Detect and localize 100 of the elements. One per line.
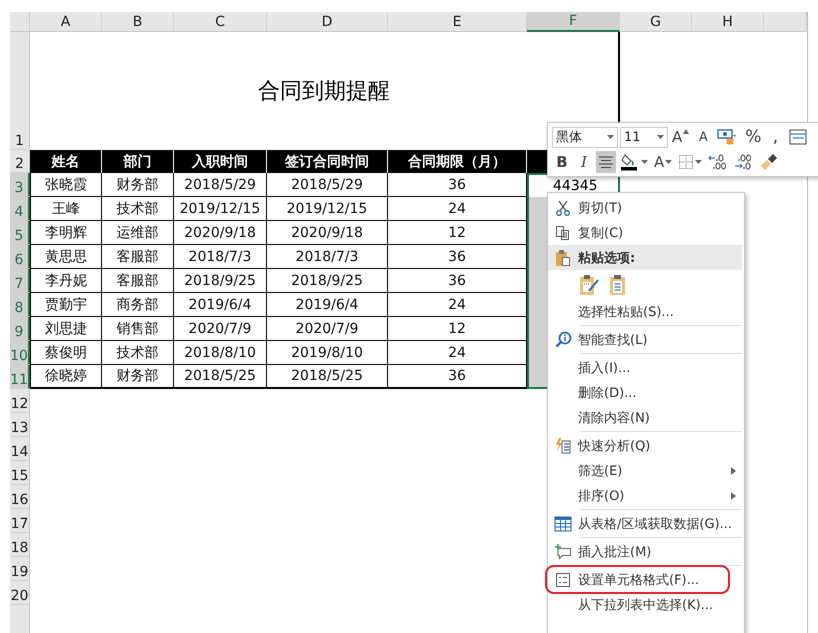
- table-cell: 李明辉: [30, 221, 102, 245]
- row-header[interactable]: 20: [10, 581, 30, 605]
- table-cell: 李丹妮: [30, 269, 102, 293]
- comment-icon: [554, 543, 572, 560]
- row-header[interactable]: 13: [10, 413, 30, 437]
- row-header[interactable]: 6: [10, 245, 30, 269]
- table-cell: 王峰: [30, 197, 102, 221]
- table-cell: 2018/7/3: [174, 245, 267, 269]
- table-cell: 财务部: [102, 365, 174, 389]
- menu-item[interactable]: 清除内容(N): [548, 405, 744, 430]
- caret-icon[interactable]: [641, 160, 648, 164]
- row-header[interactable]: 7: [10, 269, 30, 293]
- caret-icon[interactable]: [607, 135, 614, 140]
- quick-analysis-icon: [554, 437, 572, 454]
- table-cell: 2019/6/4: [267, 293, 388, 317]
- table-cell: 客服部: [102, 245, 174, 269]
- header-cell: 姓名: [30, 150, 102, 173]
- table-cell: 技术部: [102, 341, 174, 365]
- menu-item[interactable]: 插入批注(M): [548, 539, 744, 564]
- column-header[interactable]: E: [388, 12, 527, 32]
- paste-formatting-button[interactable]: [578, 274, 600, 296]
- row-header[interactable]: 2: [10, 150, 30, 173]
- table-cell: 2020/9/18: [174, 221, 267, 245]
- table-cell: 刘思捷: [30, 317, 102, 341]
- menu-item[interactable]: 排序(O): [548, 483, 744, 508]
- table-cell: 2018/9/25: [267, 269, 388, 293]
- column-header[interactable]: A: [30, 12, 102, 32]
- row-header[interactable]: 11: [10, 365, 30, 389]
- menu-item[interactable]: 筛选(E): [548, 458, 744, 483]
- header-cell: 入职时间: [174, 150, 267, 173]
- row-header[interactable]: 12: [10, 389, 30, 413]
- table-cell: 商务部: [102, 293, 174, 317]
- table-cell: 2019/8/10: [267, 341, 388, 365]
- font-color-button[interactable]: A: [652, 150, 674, 173]
- row-header[interactable]: 8: [10, 293, 30, 317]
- table-cell: 技术部: [102, 197, 174, 221]
- row-header[interactable]: 16: [10, 485, 30, 509]
- menu-item[interactable]: 从下拉列表中选择(K)...: [548, 592, 744, 617]
- table-cell: 2019/6/4: [174, 293, 267, 317]
- menu-item[interactable]: 剪切(T): [548, 195, 744, 220]
- up-triangle-icon: [683, 129, 690, 134]
- table-cell: 贾勤宇: [30, 293, 102, 317]
- table-cell: 2018/5/25: [174, 365, 267, 389]
- table-cell: 2020/7/9: [174, 317, 267, 341]
- bold-button[interactable]: B: [552, 150, 572, 173]
- shrink-font-button[interactable]: A: [693, 126, 714, 148]
- menu-item[interactable]: 复制(C): [548, 220, 744, 245]
- menu-item[interactable]: 选择性粘贴(S)...: [548, 299, 744, 324]
- row-header[interactable]: 19: [10, 557, 30, 581]
- header-cell: 签订合同时间: [267, 150, 388, 173]
- table-cell: 2018/7/3: [267, 245, 388, 269]
- row-header[interactable]: 18: [10, 533, 30, 557]
- percent-button[interactable]: %: [743, 126, 764, 148]
- row-header[interactable]: 9: [10, 317, 30, 341]
- copy-icon: [555, 224, 571, 240]
- column-header[interactable]: C: [174, 12, 267, 32]
- font-field[interactable]: 黑体: [552, 126, 618, 148]
- grow-font-button[interactable]: A: [670, 126, 692, 148]
- menu-item[interactable]: 插入(I)...: [548, 355, 744, 380]
- table-cell: 2020/7/9: [267, 317, 388, 341]
- table-cell: 黄思思: [30, 245, 102, 269]
- row-header[interactable]: 4: [10, 197, 30, 221]
- italic-button[interactable]: I: [574, 150, 594, 173]
- column-header[interactable]: D: [267, 12, 388, 32]
- scissors-icon: [555, 200, 571, 216]
- row-header[interactable]: 10: [10, 341, 30, 365]
- table-icon: [554, 516, 572, 532]
- align-center-button[interactable]: [596, 150, 616, 173]
- comma-button[interactable]: ,: [765, 126, 786, 148]
- menu-item[interactable]: 删除(D)...: [548, 380, 744, 405]
- clipboard-icon: [555, 248, 571, 266]
- row-header[interactable]: 17: [10, 509, 30, 533]
- table-cell: 2019/12/15: [174, 197, 267, 221]
- caret-icon[interactable]: [665, 160, 672, 164]
- menu-item[interactable]: 设置单元格格式(F)...: [548, 567, 744, 592]
- row-header[interactable]: 3: [10, 173, 30, 197]
- row-header[interactable]: 1: [10, 32, 30, 150]
- column-header[interactable]: F: [527, 12, 620, 32]
- column-header[interactable]: B: [102, 12, 174, 32]
- menu-heading-text: 粘贴选项:: [578, 250, 636, 266]
- font-size-field[interactable]: 11: [620, 126, 668, 148]
- column-header[interactable]: G: [620, 12, 692, 32]
- caret-icon[interactable]: [657, 135, 664, 140]
- column-header[interactable]: H: [692, 12, 764, 32]
- paste-values-button[interactable]: [608, 274, 628, 296]
- table-cell: 2018/5/25: [267, 365, 388, 389]
- row-header[interactable]: 14: [10, 437, 30, 461]
- menu-item[interactable]: 智能查找(L): [548, 327, 744, 352]
- caret-icon[interactable]: [695, 160, 702, 164]
- format-cells-icon: [555, 572, 571, 588]
- menu-item[interactable]: 快速分析(Q): [548, 433, 744, 458]
- row-header[interactable]: 15: [10, 461, 30, 485]
- table-cell: 2018/5/29: [267, 173, 388, 197]
- table-cell: 2018/5/29: [174, 173, 267, 197]
- row-header[interactable]: 5: [10, 221, 30, 245]
- header-cell: 部门: [102, 150, 174, 173]
- table-cell: 销售部: [102, 317, 174, 341]
- table-cell: 2018/9/25: [174, 269, 267, 293]
- table-cell: 2019/12/15: [267, 197, 388, 221]
- menu-item[interactable]: 从表格/区域获取数据(G)...: [548, 511, 744, 536]
